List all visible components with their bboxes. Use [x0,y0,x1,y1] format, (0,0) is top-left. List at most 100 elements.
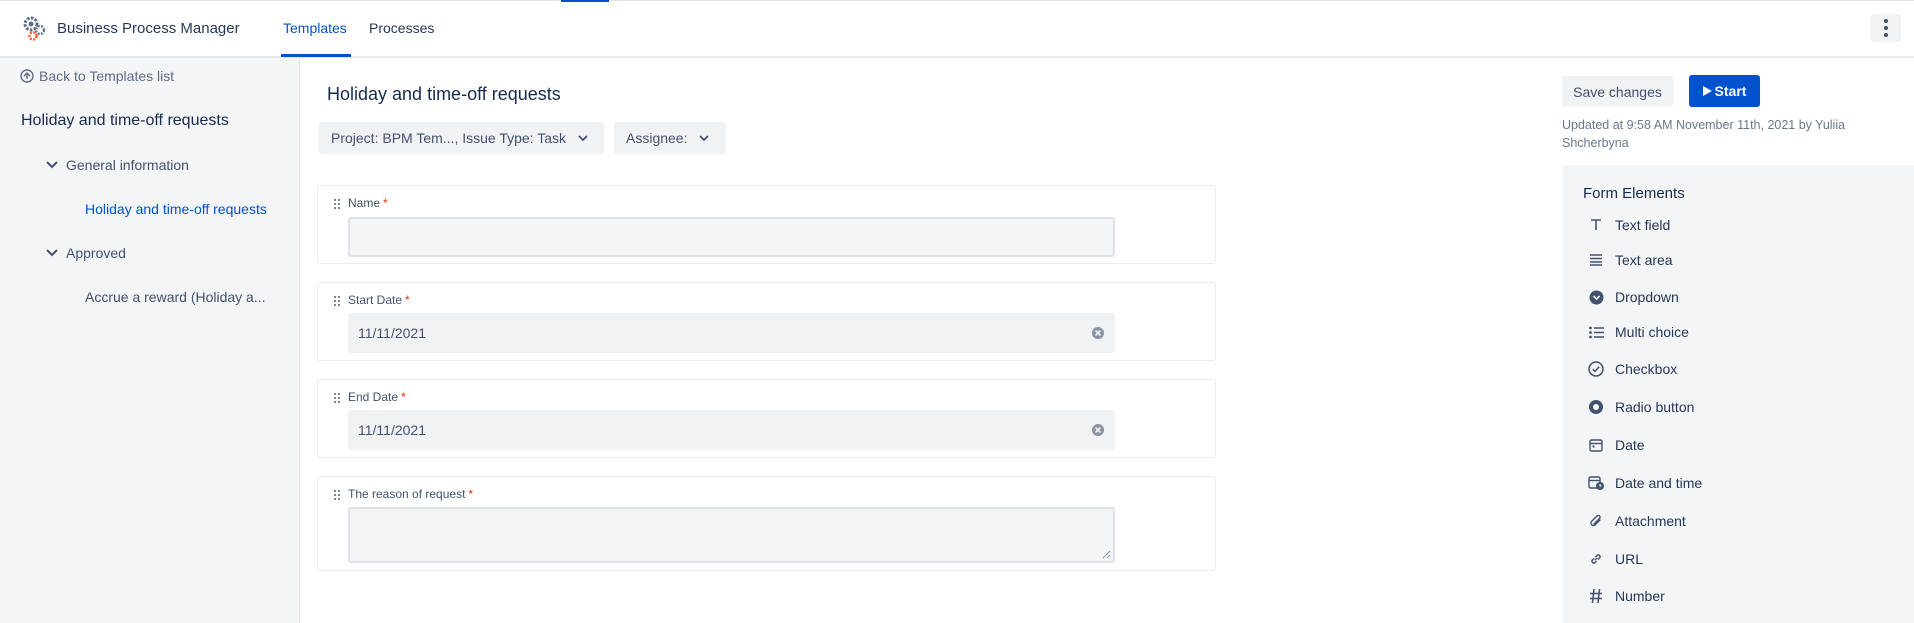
more-menu-button[interactable] [1871,14,1901,42]
field-label: End Date * [348,390,406,404]
save-changes-button[interactable]: Save changes [1562,76,1673,107]
palette-item-label: Dropdown [1615,289,1679,305]
palette-item-label: Attachment [1615,513,1686,529]
text-area-icon [1587,251,1605,269]
palette-item-url[interactable]: URL [1587,550,1643,568]
palette-item-checkbox[interactable]: Checkbox [1587,360,1677,378]
end-date-value: 11/11/2021 [358,422,426,438]
start-button-label: Start [1714,83,1747,99]
sidebar-group-approved[interactable]: Approved [46,245,126,261]
date-time-icon [1587,474,1605,492]
drag-handle-icon[interactable] [333,198,341,210]
palette-item-label: Checkbox [1615,361,1678,377]
clear-icon[interactable] [1091,423,1105,437]
date-icon [1587,436,1605,454]
kebab-dot [1884,33,1888,37]
checkbox-icon [1587,360,1605,378]
required-marker: * [383,196,388,210]
sidebar: Back to Templates list Holiday and time-… [0,58,300,623]
sidebar-group-label: Approved [66,245,126,261]
palette-item-multi-choice[interactable]: Multi choice [1587,323,1689,341]
required-marker: * [405,293,410,307]
form-elements-palette: Form Elements Text field Text area Dropd… [1563,165,1914,623]
resize-grip-icon[interactable] [1102,550,1111,559]
required-marker: * [468,487,474,501]
tab-processes[interactable]: Processes [369,20,434,36]
sidebar-group-label: General information [66,157,189,173]
form-field-end-date[interactable]: End Date * 11/11/2021 [317,379,1216,458]
top-accent [561,0,609,2]
palette-item-date-and-time[interactable]: Date and time [1587,474,1702,492]
required-marker: * [401,390,406,404]
project-issue-type-selector[interactable]: Project: BPM Tem..., Issue Type: Task [319,122,604,154]
palette-item-label: Multi choice [1615,324,1689,340]
form-field-reason[interactable]: The reason of request * [317,476,1216,571]
top-bar: Business Process Manager Templates Proce… [0,0,1914,58]
back-link-label: Back to Templates list [39,68,175,84]
multi-choice-icon [1587,323,1605,341]
field-label-text: End Date [348,390,399,404]
sidebar-item-holiday-requests[interactable]: Holiday and time-off requests [85,201,267,217]
updated-info: Updated at 9:58 AM November 11th, 2021 b… [1562,118,1846,150]
tab-templates[interactable]: Templates [283,20,347,36]
palette-item-label: Number [1615,588,1665,604]
start-date-input[interactable]: 11/11/2021 [348,313,1115,353]
sidebar-item-accrue-reward[interactable]: Accrue a reward (Holiday a... [85,289,266,305]
field-label: The reason of request * [348,487,473,501]
palette-item-attachment[interactable]: Attachment [1587,512,1686,530]
chevron-down-icon [46,249,58,257]
palette-item-label: Text field [1615,217,1671,233]
drag-handle-icon[interactable] [333,489,341,501]
drag-handle-icon[interactable] [333,392,341,404]
palette-item-text-field[interactable]: Text field [1587,216,1670,234]
palette-item-label: Radio button [1615,399,1695,415]
kebab-dot [1884,26,1888,30]
chevron-down-icon [46,161,58,169]
page-title: Holiday and time-off requests [327,84,561,104]
play-icon [1702,86,1712,96]
palette-item-text-area[interactable]: Text area [1587,251,1673,269]
palette-item-label: Date [1615,437,1645,453]
link-icon [1587,550,1605,568]
start-button[interactable]: Start [1689,75,1760,107]
sidebar-title: Holiday and time-off requests [21,112,229,129]
drag-handle-icon[interactable] [333,295,341,307]
palette-item-radio-button[interactable]: Radio button [1587,398,1694,416]
reason-textarea[interactable] [348,507,1115,563]
form-field-start-date[interactable]: Start Date * 11/11/2021 [317,282,1216,361]
app-logo-icon[interactable] [20,14,48,42]
start-date-value: 11/11/2021 [358,325,426,341]
palette-item-label: Text area [1615,252,1673,268]
palette-item-label: URL [1615,551,1644,567]
palette-title: Form Elements [1583,185,1685,202]
end-date-input[interactable]: 11/11/2021 [348,410,1115,450]
field-label: Name * [348,196,388,210]
radio-button-icon [1587,398,1605,416]
back-arrow-icon [20,69,34,83]
sidebar-group-general-information[interactable]: General information [46,157,189,173]
active-tab-underline [281,54,351,57]
palette-item-label: Date and time [1615,475,1703,491]
back-to-templates-link[interactable]: Back to Templates list [20,68,174,84]
chevron-down-icon [699,134,710,141]
project-selector-label: Project: BPM Tem..., Issue Type: Task [331,130,566,146]
app-title: Business Process Manager [57,20,240,37]
chevron-down-icon [578,134,588,141]
palette-item-number[interactable]: Number [1587,587,1665,605]
field-label-text: The reason of request [348,487,466,501]
assignee-selector[interactable]: Assignee: [614,122,726,154]
form-field-name[interactable]: Name * [317,185,1216,264]
assignee-selector-label: Assignee: [626,130,688,146]
dropdown-icon [1587,288,1605,306]
field-label-text: Start Date [348,293,403,307]
palette-item-dropdown[interactable]: Dropdown [1587,288,1679,306]
palette-item-date[interactable]: Date [1587,436,1645,454]
top-border [0,0,1914,1]
field-label: Start Date * [348,293,410,307]
kebab-dot [1884,19,1888,23]
number-icon [1587,587,1605,605]
clear-icon[interactable] [1091,326,1105,340]
field-label-text: Name [348,196,381,210]
name-input[interactable] [348,217,1115,257]
attachment-icon [1587,512,1605,530]
